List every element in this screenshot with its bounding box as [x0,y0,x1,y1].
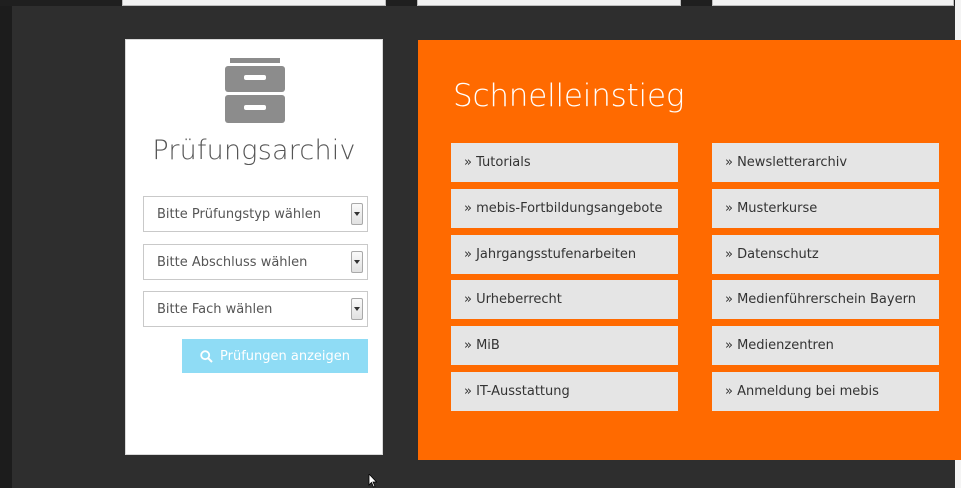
exam-type-select-label: Bitte Prüfungstyp wählen [157,207,321,222]
mouse-cursor-icon [368,474,378,488]
exam-archive-panel: Prüfungsarchiv Bitte Prüfungstyp wählen … [125,39,383,455]
link-mebis-training[interactable]: » mebis-Fortbildungsangebote [451,189,678,228]
link-it-equipment[interactable]: » IT-Ausstattung [451,372,678,411]
show-exams-button-label: Prüfungen anzeigen [220,348,350,364]
chevron-down-icon[interactable] [351,251,363,273]
link-media-centers[interactable]: » Medienzentren [712,326,939,365]
top-input-middle[interactable] [417,0,681,6]
subject-select[interactable]: Bitte Fach wählen [143,291,368,327]
link-media-license[interactable]: » Medienführerschein Bayern [712,280,939,319]
archive-title: Prüfungsarchiv [152,135,356,166]
link-mib[interactable]: » MiB [451,326,678,365]
left-edge [0,6,12,488]
link-grade-tests[interactable]: » Jahrgangsstufenarbeiten [451,235,678,274]
degree-select-label: Bitte Abschluss wählen [157,255,308,270]
link-data-protection[interactable]: » Datenschutz [712,235,939,274]
top-input-left[interactable] [122,0,386,6]
link-tutorials[interactable]: » Tutorials [451,143,678,182]
quick-access-panel: Schnelleinstieg » Tutorials » mebis-Fort… [418,40,961,460]
subject-select-label: Bitte Fach wählen [157,302,273,317]
search-icon [200,349,213,363]
top-input-right[interactable] [712,0,954,6]
filing-cabinet-icon [225,58,285,123]
degree-select[interactable]: Bitte Abschluss wählen [143,244,368,280]
quick-access-title: Schnelleinstieg [453,78,685,114]
link-copyright[interactable]: » Urheberrecht [451,280,678,319]
exam-type-select[interactable]: Bitte Prüfungstyp wählen [143,196,368,232]
link-newsletter-archive[interactable]: » Newsletterarchiv [712,143,939,182]
chevron-down-icon[interactable] [351,203,363,225]
link-mebis-login[interactable]: » Anmeldung bei mebis [712,372,939,411]
link-sample-courses[interactable]: » Musterkurse [712,189,939,228]
show-exams-button[interactable]: Prüfungen anzeigen [182,339,368,373]
chevron-down-icon[interactable] [351,298,363,320]
